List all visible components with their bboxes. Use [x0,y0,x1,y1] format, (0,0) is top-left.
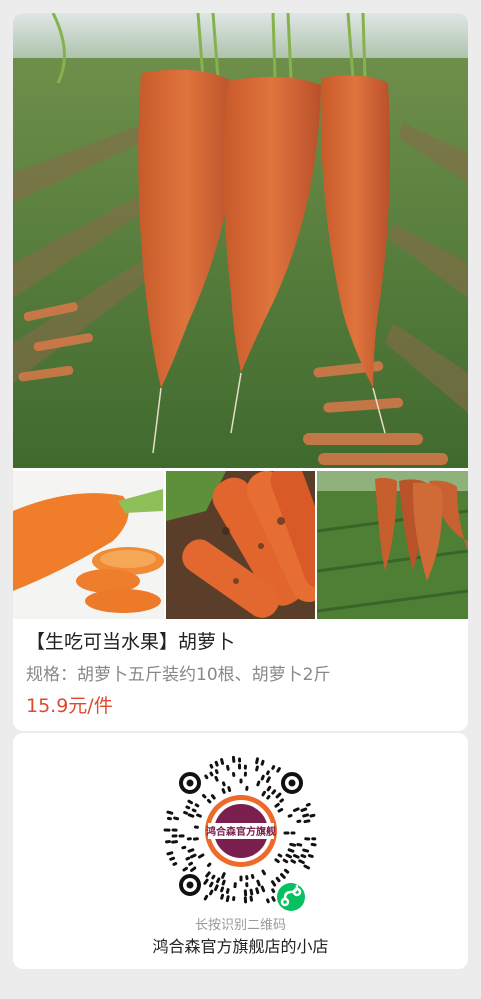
thumbnail-carrots-in-field[interactable] [317,471,468,619]
product-card[interactable]: 【生吃可当水果】胡萝卜 规格：胡萝卜五斤装约10根、胡萝卜2斤 15.9元/件 [13,13,468,731]
product-title[interactable]: 【生吃可当水果】胡萝卜 [26,627,235,654]
shop-name[interactable]: 鸿合森官方旗舰店的小店 [13,933,468,957]
mini-program-qr-code[interactable]: 鸿合森官方旗舰 [160,753,322,915]
thumbnail-sliced-carrot[interactable] [13,471,164,619]
thumbnail-carrots-with-soil[interactable] [166,471,315,619]
product-thumbnails [13,471,468,619]
qr-brand-label: 鸿合森官方旗舰 [206,825,276,838]
product-price: 15.9元/件 [26,695,113,717]
product-spec: 规格：胡萝卜五斤装约10根、胡萝卜2斤 [26,665,331,685]
qr-hint-text: 长按识别二维码 [194,918,286,933]
share-card: 鸿合森官方旗舰 长按识别二维码 鸿合森官方旗舰店的小店 [13,733,468,969]
product-main-image[interactable] [13,13,468,468]
